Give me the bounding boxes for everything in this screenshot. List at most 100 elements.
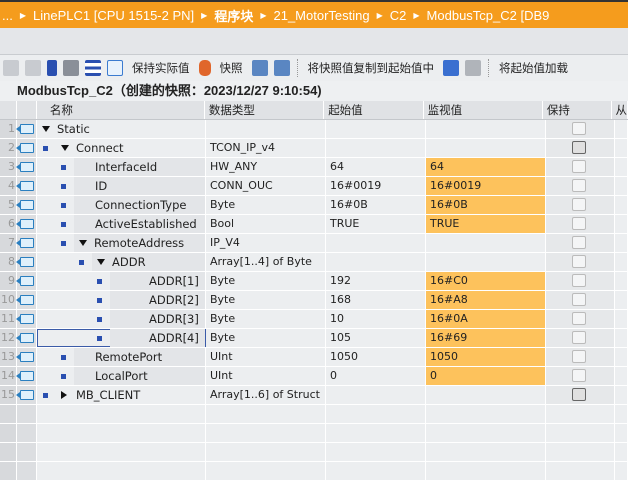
breadcrumb-item[interactable]: 21_MotorTesting	[273, 8, 369, 23]
header-accessible[interactable]: 从	[611, 101, 628, 119]
retain-checkbox[interactable]	[572, 122, 586, 135]
header-start-value[interactable]: 起始值	[324, 101, 424, 119]
retain-checkbox[interactable]	[572, 293, 586, 306]
breadcrumb-item[interactable]: LinePLC1 [CPU 1515-2 PN]	[33, 8, 194, 23]
retain-checkbox[interactable]	[572, 217, 586, 230]
table-row[interactable]: 7 RemoteAddress IP_V4	[0, 234, 628, 253]
table-row[interactable]: 13 RemotePort UInt 1050 1050	[0, 348, 628, 367]
load-start-values-button[interactable]: 将起始值加载	[499, 60, 568, 76]
breadcrumb-item[interactable]: C2	[390, 8, 407, 23]
retain-checkbox[interactable]	[572, 236, 586, 249]
data-type[interactable]: UInt	[206, 367, 326, 385]
start-value[interactable]: 0	[326, 367, 426, 385]
start-value[interactable]: 168	[326, 291, 426, 309]
data-type[interactable]: HW_ANY	[206, 158, 326, 176]
collapse-triangle-icon[interactable]	[42, 126, 50, 132]
breadcrumb-item[interactable]: ...	[2, 8, 13, 23]
name-cell[interactable]: Static	[37, 120, 206, 138]
start-value[interactable]: 16#0B	[326, 196, 426, 214]
data-type[interactable]: CONN_OUC	[206, 177, 326, 195]
name-cell[interactable]: ID	[37, 177, 206, 195]
retain-checkbox[interactable]	[572, 388, 586, 401]
start-value[interactable]: 105	[326, 329, 426, 347]
name-cell[interactable]: RemotePort	[37, 348, 206, 366]
data-type[interactable]: Array[1..6] of Struct	[206, 386, 326, 404]
start-value[interactable]: 192	[326, 272, 426, 290]
empty-row[interactable]	[0, 405, 628, 424]
start-value[interactable]	[326, 253, 426, 271]
retain-checkbox[interactable]	[572, 331, 586, 344]
table-row[interactable]: 8 ADDR Array[1..4] of Byte	[0, 253, 628, 272]
retain-checkbox[interactable]	[572, 198, 586, 211]
data-type[interactable]: Array[1..4] of Byte	[206, 253, 326, 271]
camera-download-icon[interactable]	[273, 60, 290, 76]
retain-checkbox[interactable]	[572, 255, 586, 268]
data-type[interactable]: Byte	[206, 329, 326, 347]
table-row[interactable]: 15 MB_CLIENT Array[1..6] of Struct	[0, 386, 628, 405]
reset-icon[interactable]	[63, 60, 79, 76]
snapshot-button[interactable]: 快照	[220, 60, 243, 76]
data-type[interactable]: Byte	[206, 310, 326, 328]
retain-checkbox[interactable]	[572, 312, 586, 325]
empty-row[interactable]	[0, 443, 628, 462]
breadcrumb-item[interactable]: 程序块	[214, 6, 253, 25]
table-row[interactable]: 3 InterfaceId HW_ANY 64 64	[0, 158, 628, 177]
name-cell[interactable]: ADDR[2]	[37, 291, 206, 309]
list-icon[interactable]	[85, 60, 101, 76]
table-row[interactable]: 9 ADDR[1] Byte 192 16#C0	[0, 272, 628, 291]
retain-checkbox[interactable]	[572, 141, 586, 154]
name-cell[interactable]: ADDR	[37, 253, 206, 271]
database-icon[interactable]	[198, 60, 211, 76]
collapse-triangle-icon[interactable]	[97, 259, 105, 265]
name-cell[interactable]: MB_CLIENT	[37, 386, 206, 404]
table-row[interactable]: 1 Static	[0, 120, 628, 139]
retain-checkbox[interactable]	[572, 350, 586, 363]
table-row[interactable]: 5 ConnectionType Byte 16#0B 16#0B	[0, 196, 628, 215]
name-cell[interactable]: InterfaceId	[37, 158, 206, 176]
header-monitor-value[interactable]: 监视值	[423, 101, 543, 119]
name-cell[interactable]: ADDR[1]	[37, 272, 206, 290]
data-type[interactable]: Byte	[206, 272, 326, 290]
add-row-icon[interactable]	[25, 60, 41, 76]
header-retain[interactable]: 保持	[542, 101, 612, 119]
data-type[interactable]: IP_V4	[206, 234, 326, 252]
data-type[interactable]: Bool	[206, 215, 326, 233]
load-disabled-icon[interactable]	[465, 60, 481, 76]
data-type[interactable]	[206, 120, 326, 138]
collapse-triangle-icon[interactable]	[61, 145, 69, 151]
monitor-glasses-icon[interactable]	[107, 60, 123, 76]
breadcrumb-item[interactable]: ModbusTcp_C2 [DB9	[427, 8, 550, 23]
start-value[interactable]	[326, 120, 426, 138]
copy-snapshot-to-start-button[interactable]: 将快照值复制到起始值中	[308, 60, 435, 76]
start-value[interactable]	[326, 234, 426, 252]
start-value[interactable]: 1050	[326, 348, 426, 366]
header-name[interactable]: 名称	[36, 101, 205, 119]
insert-row-icon[interactable]	[3, 60, 19, 76]
name-cell[interactable]: ActiveEstablished	[37, 215, 206, 233]
table-row[interactable]: 6 ActiveEstablished Bool TRUE TRUE	[0, 215, 628, 234]
start-value[interactable]: TRUE	[326, 215, 426, 233]
name-cell[interactable]: LocalPort	[37, 367, 206, 385]
name-cell[interactable]: ADDR[4]	[37, 329, 206, 347]
retain-checkbox[interactable]	[572, 369, 586, 382]
table-row[interactable]: 4 ID CONN_OUC 16#0019 16#0019	[0, 177, 628, 196]
name-cell[interactable]: ADDR[3]	[37, 310, 206, 328]
name-cell[interactable]: Connect	[37, 139, 206, 157]
start-value[interactable]: 64	[326, 158, 426, 176]
retain-checkbox[interactable]	[572, 274, 586, 287]
retain-checkbox[interactable]	[572, 179, 586, 192]
load-start-values-icon[interactable]	[443, 60, 459, 76]
data-type[interactable]: Byte	[206, 291, 326, 309]
name-cell[interactable]: RemoteAddress	[37, 234, 206, 252]
start-value[interactable]	[326, 139, 426, 157]
start-value[interactable]: 10	[326, 310, 426, 328]
keep-actual-values-button[interactable]: 保持实际值	[132, 60, 190, 76]
name-cell[interactable]: ConnectionType	[37, 196, 206, 214]
expand-icon[interactable]	[47, 60, 57, 76]
table-row[interactable]: 11 ADDR[3] Byte 10 16#0A	[0, 310, 628, 329]
expand-triangle-icon[interactable]	[61, 391, 67, 399]
camera-upload-icon[interactable]	[251, 60, 268, 76]
retain-checkbox[interactable]	[572, 160, 586, 173]
table-row[interactable]: 12 ADDR[4] Byte 105 16#69	[0, 329, 628, 348]
table-row[interactable]: 10 ADDR[2] Byte 168 16#A8	[0, 291, 628, 310]
